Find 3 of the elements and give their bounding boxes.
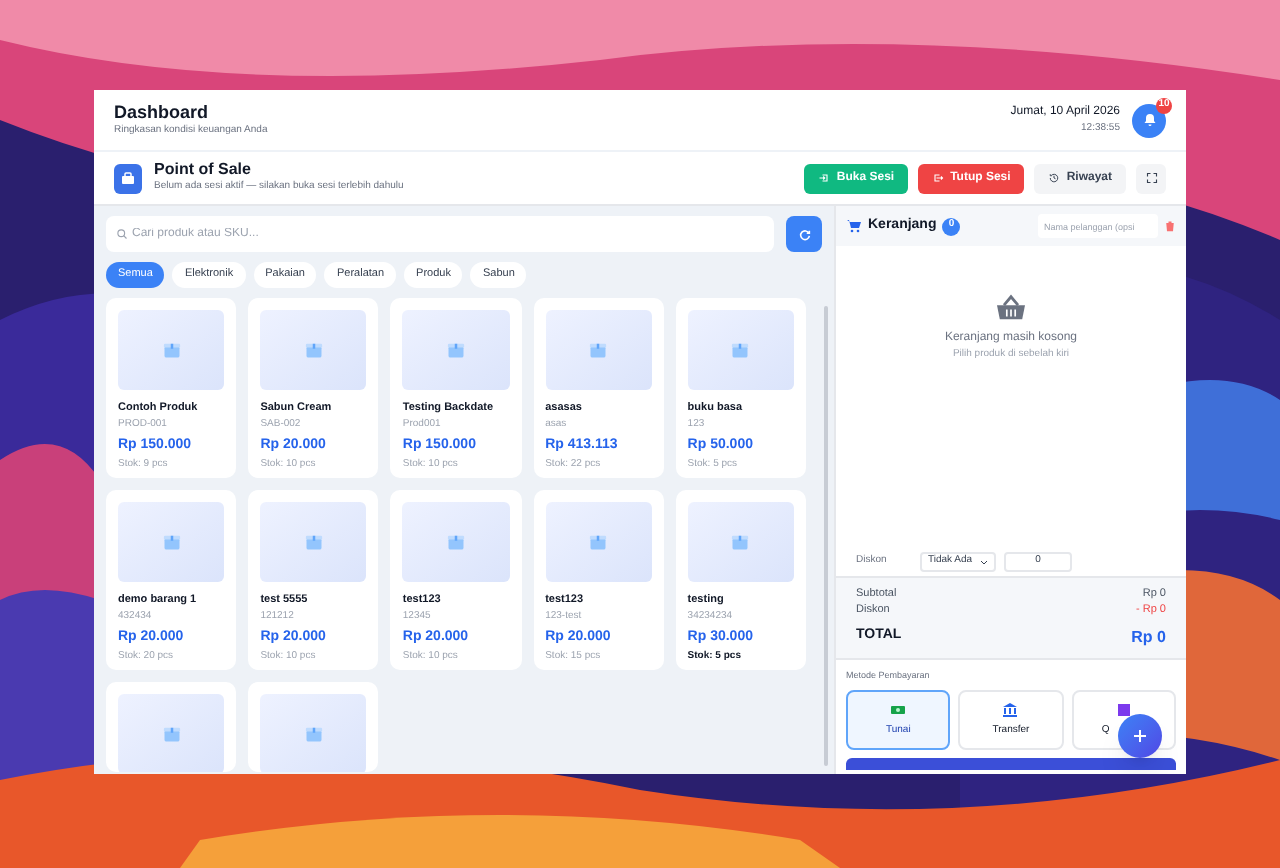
pos-title: Point of Sale bbox=[154, 160, 253, 180]
total-value: Rp 0 bbox=[1131, 625, 1166, 649]
page-title: Dashboard bbox=[114, 101, 211, 124]
